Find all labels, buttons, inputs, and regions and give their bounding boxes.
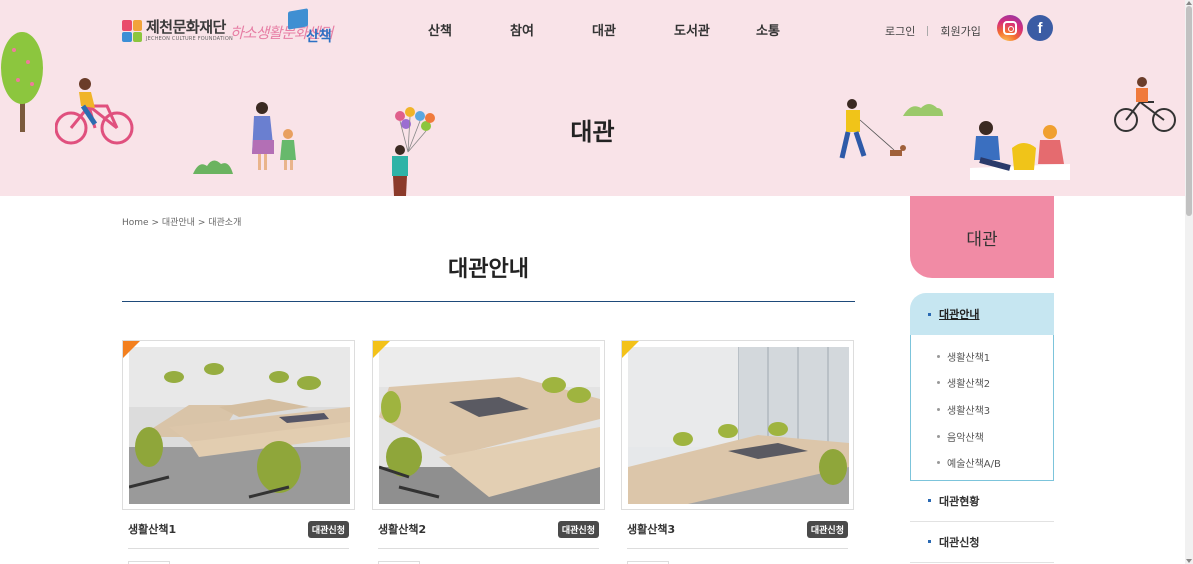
- hero-banner: 제천문화재단 JECHEON CULTURE FOUNDATION 하소생활문화…: [0, 0, 1185, 196]
- sidebar-title: 대관: [910, 196, 1054, 278]
- room-photo-frame[interactable]: [372, 340, 605, 510]
- center-sub-name: 산책: [306, 29, 332, 45]
- card-corner-tag: [373, 341, 390, 358]
- room-photo-frame[interactable]: [621, 340, 854, 510]
- facebook-icon[interactable]: f: [1027, 15, 1053, 41]
- sidebar-menu: 대관안내 생활산책1 생활산책2 생활산책3 음악산책 예술산책A/B 대관현황…: [910, 293, 1054, 563]
- sidebar-item-rental-apply[interactable]: 대관신청: [910, 522, 1054, 563]
- sidebar-item-rental-status[interactable]: 대관현황: [910, 481, 1054, 522]
- sidebar-item-label: 대관신청: [939, 535, 980, 549]
- card-divider: [378, 548, 599, 549]
- nav-item-participate[interactable]: 참여: [510, 20, 592, 39]
- center-logo-cube-icon: [288, 8, 308, 30]
- card-divider: [627, 548, 848, 549]
- sidebar-subitem-room1[interactable]: 생활산책1: [911, 343, 1053, 370]
- login-link[interactable]: 로그인: [885, 23, 915, 39]
- scrollbar-thumb[interactable]: [1186, 6, 1192, 216]
- nav-item-walk[interactable]: 산책: [428, 20, 510, 39]
- title-divider: [122, 301, 855, 302]
- rental-apply-button[interactable]: 대관신청: [307, 520, 349, 538]
- bullet-icon: [928, 312, 931, 316]
- nav-item-community[interactable]: 소통: [756, 20, 838, 39]
- bullet-icon: [928, 499, 931, 503]
- room-photo: [379, 347, 600, 504]
- nav-item-rental[interactable]: 대관: [592, 20, 674, 39]
- hero-title: 대관: [570, 118, 615, 146]
- room-photo-frame[interactable]: [122, 340, 355, 510]
- scroll-up-icon[interactable]: [1186, 1, 1192, 5]
- room-name: 생활산책2: [378, 523, 427, 536]
- sns-links: f: [997, 15, 1057, 41]
- join-link[interactable]: 회원가입: [940, 23, 980, 39]
- nav-item-library[interactable]: 도서관: [674, 20, 756, 39]
- room-card[interactable]: 생활산책2 대관신청: [372, 340, 605, 564]
- sidebar-subitem-music[interactable]: 음악산책: [911, 423, 1053, 450]
- foundation-logo-mark: [122, 20, 142, 42]
- page-scrollbar[interactable]: [1185, 0, 1193, 564]
- foundation-name-en: JECHEON CULTURE FOUNDATION: [146, 36, 233, 42]
- sidebar-item-rental-info[interactable]: 대관안내: [910, 293, 1054, 335]
- rental-apply-button[interactable]: 대관신청: [806, 520, 848, 538]
- breadcrumb: Home > 대관안내 > 대관소개: [122, 218, 242, 228]
- card-corner-tag: [622, 341, 639, 358]
- scroll-down-icon[interactable]: [1186, 559, 1192, 563]
- sidebar-item-label: 대관현황: [939, 494, 980, 508]
- util-links: 로그인 회원가입: [885, 23, 981, 39]
- util-divider: [927, 26, 929, 36]
- page-title: 대관안내: [448, 257, 529, 282]
- room-name: 생활산책3: [627, 523, 676, 536]
- instagram-icon[interactable]: [997, 15, 1023, 41]
- sidebar-subitem-art[interactable]: 예술산책A/B: [911, 449, 1053, 476]
- bush-illustration: [193, 160, 233, 174]
- main-nav: 산책 참여 대관 도서관 소통: [428, 20, 838, 39]
- sidebar-submenu: 생활산책1 생활산책2 생활산책3 음악산책 예술산책A/B: [910, 335, 1054, 481]
- bullet-icon: [928, 540, 931, 544]
- room-name: 생활산책1: [128, 523, 177, 536]
- foundation-logo[interactable]: 제천문화재단 JECHEON CULTURE FOUNDATION: [122, 20, 233, 42]
- foundation-name: 제천문화재단: [146, 18, 226, 36]
- sidebar-item-label: 대관안내: [939, 308, 980, 321]
- sidebar-subitem-room3[interactable]: 생활산책3: [911, 396, 1053, 423]
- card-divider: [128, 548, 349, 549]
- rental-apply-button[interactable]: 대관신청: [557, 520, 599, 538]
- page: 제천문화재단 JECHEON CULTURE FOUNDATION 하소생활문화…: [0, 0, 1193, 564]
- center-logo[interactable]: 하소생활문화센터 산책: [230, 8, 342, 46]
- room-photo: [129, 347, 350, 504]
- room-card[interactable]: 생활산책1 대관신청: [122, 340, 355, 564]
- sidebar-subitem-room2[interactable]: 생활산책2: [911, 370, 1053, 397]
- room-photo: [628, 347, 849, 504]
- card-corner-tag: [123, 341, 140, 358]
- room-card[interactable]: 생활산책3 대관신청: [621, 340, 854, 564]
